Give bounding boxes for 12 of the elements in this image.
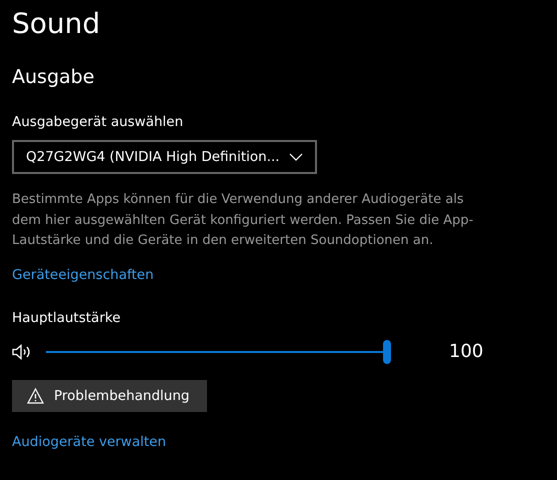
volume-value: 100 — [449, 341, 484, 362]
section-title: Ausgabe — [12, 65, 94, 89]
device-dropdown[interactable]: Q27G2WG4 (NVIDIA High Definition... — [12, 140, 317, 174]
page-title: Sound — [12, 7, 100, 41]
device-properties-link[interactable]: Geräteeigenschaften — [12, 266, 154, 284]
field-label: Ausgabegerät auswählen — [12, 113, 184, 131]
volume-label: Hauptlautstärke — [12, 308, 121, 326]
warning-icon — [27, 388, 44, 404]
description-text: Bestimmte Apps können für die Verwendung anderer Audiogeräte als dem hier ausgewählten Gerät konfiguriert werden. Passen Sie die App-Lautstärke und die Geräte in den erweiterten Soundoptionen an. — [12, 191, 474, 250]
chevron-down-icon — [289, 153, 303, 161]
troubleshoot-button[interactable]: Problembehandlung — [12, 380, 207, 412]
manage-devices-link[interactable]: Audiogeräte verwalten — [12, 432, 166, 450]
